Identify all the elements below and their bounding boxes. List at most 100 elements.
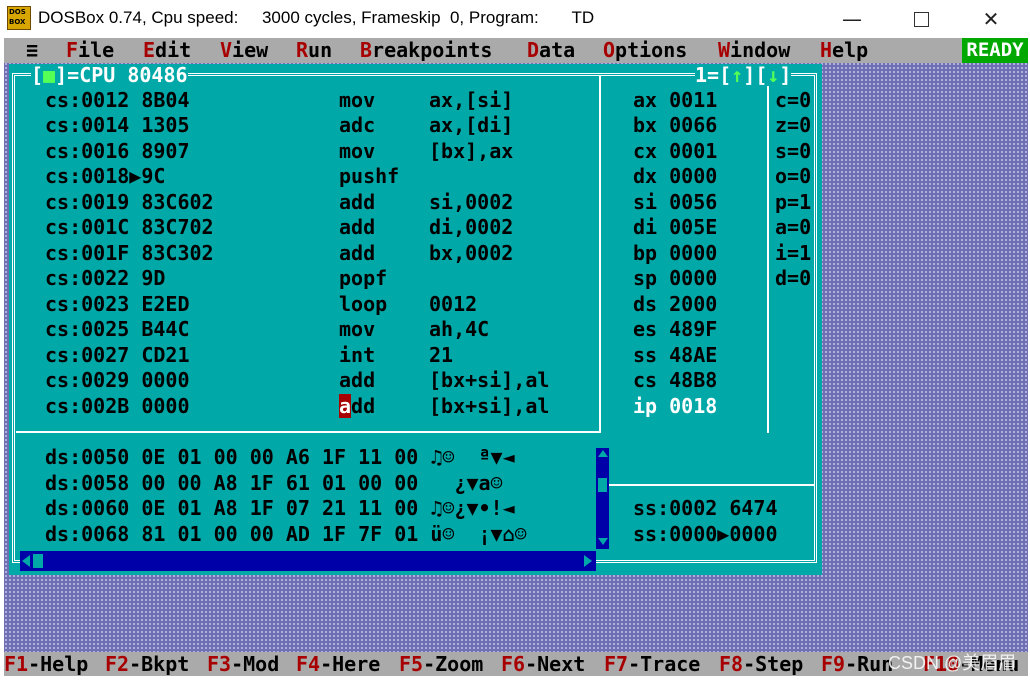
menu-breakpoints[interactable]: Breakpoints (360, 38, 492, 63)
ready-status-badge: READY (962, 38, 1028, 63)
menu-file[interactable]: File (66, 38, 114, 63)
system-menu-icon[interactable]: ≡ (26, 38, 38, 63)
stack-row-top[interactable]: ss:0000▶0000 (633, 522, 778, 547)
fkey-step[interactable]: F8-Step (719, 652, 803, 676)
code-row-current-ip[interactable]: cs:0018▶9C (45, 164, 165, 189)
flag-zero[interactable]: z=0 (775, 113, 811, 138)
window-titlebar[interactable]: DOSBox 0.74, Cpu speed: 3000 cycles, Fra… (0, 0, 1030, 38)
menu-options[interactable]: Options (603, 38, 687, 63)
window-title: DOSBox 0.74, Cpu speed: 3000 cycles, Fra… (38, 8, 595, 27)
menu-help[interactable]: Help (820, 38, 868, 63)
register-si[interactable]: si 0056 (633, 190, 717, 215)
code-operands: [bx+si],al (429, 394, 550, 418)
code-mnemonic: popf (339, 266, 388, 290)
register-dx[interactable]: dx 0000 (633, 164, 717, 189)
code-mnemonic: add (339, 215, 376, 239)
fkey-zoom[interactable]: F5-Zoom (399, 652, 483, 676)
close-button[interactable]: ✕ (956, 0, 1026, 38)
stack-row[interactable]: ss:0002 6474 (633, 496, 778, 521)
fkey-next[interactable]: F6-Next (501, 652, 585, 676)
code-mnemonic-cursor[interactable]: add (339, 394, 375, 419)
register-bx[interactable]: bx 0066 (633, 113, 717, 138)
fkey-mod[interactable]: F3-Mod (207, 652, 279, 676)
flag-direction[interactable]: d=0 (775, 266, 811, 291)
code-mnemonic: adc (339, 113, 376, 137)
dosbox-app-icon (7, 6, 31, 30)
fkey-run[interactable]: F9-Run (821, 652, 893, 676)
maximize-button[interactable] (886, 0, 956, 38)
register-cs[interactable]: cs 48B8 (633, 368, 717, 393)
dump-row[interactable]: ds:0058 00 00 A8 1F 61 01 00 00 ¿▼a☺ (45, 471, 527, 496)
register-ax[interactable]: ax 0011 (633, 88, 717, 113)
scroll-thumb[interactable] (33, 554, 43, 568)
menu-run[interactable]: Run (296, 38, 332, 63)
code-row[interactable]: cs:0025 B44C (45, 317, 190, 342)
scroll-up-arrow-icon[interactable] (598, 450, 608, 457)
flag-interrupt[interactable]: i=1 (775, 241, 811, 266)
cpu-window[interactable]: [■]=CPU 80486 1=[↑][↓] cs:0012 8B04 mov … (9, 64, 822, 575)
fkey-trace[interactable]: F7-Trace (604, 652, 700, 676)
code-row[interactable]: cs:0016 8907 (45, 139, 190, 164)
code-operands: 21 (429, 343, 454, 367)
cpu-window-title: [■]=CPU 80486 (31, 63, 188, 87)
register-flags-divider (767, 75, 769, 433)
register-es[interactable]: es 489F (633, 317, 717, 342)
scroll-right-arrow-icon[interactable] (584, 555, 592, 567)
menu-edit[interactable]: Edit (143, 38, 191, 63)
fkey-here[interactable]: F4-Here (296, 652, 380, 676)
register-stack-divider (601, 484, 815, 486)
code-row[interactable]: cs:002B 0000 (45, 394, 190, 419)
fkey-bkpt[interactable]: F2-Bkpt (105, 652, 189, 676)
code-row[interactable]: cs:0023 E2ED (45, 292, 190, 317)
scroll-thumb[interactable] (598, 478, 607, 492)
window-number: 1 (695, 63, 708, 87)
code-operands: di,0002 (429, 215, 514, 239)
flag-carry[interactable]: c=0 (775, 88, 811, 113)
flag-parity[interactable]: p=1 (775, 190, 811, 215)
dump-row[interactable]: ds:0068 81 01 00 00 AD 1F 7F 01 ü☺ ¡▼⌂☺ (45, 522, 527, 547)
dump-horizontal-scrollbar[interactable] (20, 551, 596, 571)
code-row[interactable]: cs:0019 83C602 (45, 190, 214, 215)
code-row[interactable]: cs:0014 1305 (45, 113, 190, 138)
dump-row[interactable]: ds:0050 0E 01 00 00 A6 1F 11 00 ♫☺ ª▼◄ (45, 445, 527, 470)
code-row[interactable]: cs:001C 83C702 (45, 215, 214, 240)
dump-vertical-scrollbar[interactable] (596, 448, 609, 549)
register-bp[interactable]: bp 0000 (633, 241, 717, 266)
code-row[interactable]: cs:001F 83C302 (45, 241, 214, 266)
code-row[interactable]: cs:0022 9D (45, 266, 165, 291)
scroll-down-icon[interactable]: ↓ (767, 63, 779, 87)
flag-overflow[interactable]: o=0 (775, 164, 811, 189)
register-ds[interactable]: ds 2000 (633, 292, 717, 317)
code-mnemonic: add (339, 241, 376, 265)
code-mnemonic: int (339, 343, 376, 367)
menu-bar: ≡ File Edit View Run Breakpoints Data Op… (4, 38, 1028, 63)
scroll-down-arrow-icon[interactable] (598, 538, 608, 545)
maximize-icon (913, 11, 929, 27)
code-row[interactable]: cs:0029 0000 (45, 368, 190, 393)
code-mnemonic: mov (339, 88, 376, 112)
menu-view[interactable]: View (220, 38, 268, 63)
minimize-icon: — (842, 7, 862, 31)
flag-aux[interactable]: a=0 (775, 215, 811, 240)
register-cx[interactable]: cx 0001 (633, 139, 717, 164)
dump-row[interactable]: ds:0060 0E 01 A8 1F 07 21 11 00 ♫☺¿▼•!◄ (45, 496, 527, 521)
function-key-bar: F1-Help F2-Bkpt F3-Mod F4-Here F5-Zoom F… (4, 652, 1028, 676)
code-row[interactable]: cs:0012 8B04 (45, 88, 190, 113)
flag-sign[interactable]: s=0 (775, 139, 811, 164)
code-operands: bx,0002 (429, 241, 514, 265)
register-sp[interactable]: sp 0000 (633, 266, 717, 291)
menu-data[interactable]: Data (527, 38, 575, 63)
watermark: CSDN @美眉眉 (888, 653, 1017, 673)
register-ip[interactable]: ip 0018 (633, 394, 717, 419)
minimize-button[interactable]: — (817, 0, 887, 38)
code-row[interactable]: cs:0027 CD21 (45, 343, 190, 368)
code-mnemonic: add (339, 368, 376, 392)
menu-window[interactable]: Window (718, 38, 790, 63)
scroll-up-icon[interactable]: ↑ (731, 63, 743, 87)
register-ss[interactable]: ss 48AE (633, 343, 717, 368)
register-di[interactable]: di 005E (633, 215, 717, 240)
window-close-box[interactable]: ■ (43, 63, 55, 87)
code-mnemonic: add (339, 190, 376, 214)
fkey-help[interactable]: F1-Help (4, 652, 88, 676)
scroll-left-arrow-icon[interactable] (22, 555, 30, 567)
